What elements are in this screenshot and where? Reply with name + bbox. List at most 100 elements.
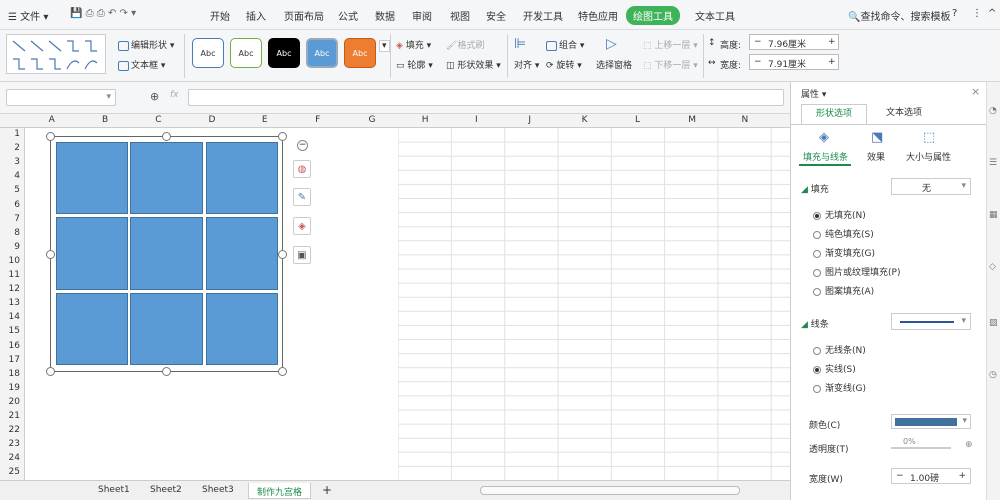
row-header-cell[interactable]: 21 xyxy=(9,411,20,421)
add-sheet-icon[interactable]: + xyxy=(314,481,340,497)
row-header-cell[interactable]: 8 xyxy=(14,228,20,238)
grid-cell-3[interactable] xyxy=(206,142,278,214)
height-increase-button[interactable]: + xyxy=(828,37,836,47)
resize-handle-ne[interactable] xyxy=(278,132,287,141)
row-header-cell[interactable]: 2 xyxy=(14,143,20,153)
width-increase-button[interactable]: + xyxy=(828,57,836,67)
fill-dropdown[interactable]: 无 ▾ xyxy=(891,178,971,195)
line-style-dropdown[interactable]: ▾ xyxy=(891,313,971,330)
transparency-increase-icon[interactable]: ⊕ xyxy=(965,440,973,450)
line-shape-gallery[interactable] xyxy=(6,34,106,74)
radio-no-fill[interactable]: 无填充(N) xyxy=(813,208,866,221)
tab-text-options[interactable]: 文本选项 xyxy=(871,104,937,124)
sheet-tab-2[interactable]: Sheet2 xyxy=(142,483,190,499)
rail-properties-icon[interactable]: ☰ xyxy=(989,158,997,168)
rail-shape-tool-icon[interactable]: ◇ xyxy=(989,262,996,272)
shape-style-2[interactable]: Abc xyxy=(230,38,262,68)
radio-gradient-fill[interactable]: 渐变填充(G) xyxy=(813,246,875,259)
row-header-cell[interactable]: 1 xyxy=(14,129,20,139)
close-icon[interactable]: × xyxy=(971,85,980,98)
edit-shape-button[interactable]: 编辑形状 ▾ xyxy=(118,38,174,51)
zoom-icon[interactable]: ⊕ xyxy=(150,90,159,103)
format-brush-button[interactable]: 🖌格式刷 xyxy=(446,38,484,51)
shape-style-4[interactable]: Abc xyxy=(306,38,338,68)
column-header-cell[interactable]: G xyxy=(368,115,375,125)
style-gallery-more[interactable]: ▾ xyxy=(379,40,390,52)
row-header-cell[interactable]: 13 xyxy=(9,298,20,308)
grid-cell-6[interactable] xyxy=(206,217,278,290)
tab-page-layout[interactable]: 页面布局 xyxy=(284,8,324,23)
grid-cell-9[interactable] xyxy=(206,293,278,365)
row-header-cell[interactable]: 5 xyxy=(14,185,20,195)
more-icon[interactable]: ⋮ xyxy=(972,8,982,19)
row-header-cell[interactable]: 3 xyxy=(14,157,20,167)
row-header-cell[interactable]: 20 xyxy=(9,397,20,407)
outline-button[interactable]: ▭ 轮廓 ▾ xyxy=(396,58,433,71)
row-header-cell[interactable]: 15 xyxy=(9,326,20,336)
row-header-cell[interactable]: 14 xyxy=(9,312,20,322)
radio-gradient-line[interactable]: 渐变线(G) xyxy=(813,381,866,394)
tab-security[interactable]: 安全 xyxy=(486,8,506,23)
resize-handle-e[interactable] xyxy=(278,250,287,259)
row-header-cell[interactable]: 24 xyxy=(9,453,20,463)
bring-forward-button[interactable]: ⬚ 上移一层 ▾ xyxy=(643,38,698,51)
column-header-cell[interactable]: D xyxy=(209,115,216,125)
tab-drawing-tools[interactable]: 绘图工具 xyxy=(626,6,680,25)
line-width-stepper[interactable]: − 1.00磅 + xyxy=(891,468,971,484)
tab-special[interactable]: 特色应用 xyxy=(578,8,618,23)
resize-handle-nw[interactable] xyxy=(46,132,55,141)
line-width-increase-button[interactable]: + xyxy=(958,471,966,481)
grid-cell-2[interactable] xyxy=(130,142,203,214)
column-header-cell[interactable]: L xyxy=(635,115,640,125)
shape-style-3[interactable]: Abc xyxy=(268,38,300,68)
subtab-effect[interactable]: 效果 xyxy=(867,150,885,163)
row-header-cell[interactable]: 22 xyxy=(9,425,20,435)
shape-style-5[interactable]: Abc xyxy=(344,38,376,68)
panel-title[interactable]: 属性 ▾ xyxy=(801,87,826,100)
tab-data[interactable]: 数据 xyxy=(375,8,395,23)
height-decrease-button[interactable]: − xyxy=(754,37,762,47)
column-header-cell[interactable]: C xyxy=(155,115,161,125)
grid-cell-8[interactable] xyxy=(130,293,203,365)
width-value[interactable]: 7.91厘米 xyxy=(768,57,806,70)
radio-no-line[interactable]: 无线条(N) xyxy=(813,343,866,356)
grid-cell-7[interactable] xyxy=(56,293,128,365)
fill-section-header[interactable]: ◢ 填充 xyxy=(801,182,829,195)
formula-input[interactable] xyxy=(188,89,784,106)
quick-access-toolbar[interactable]: 💾 ⎙ ⎙ ↶ ↷ ▾ xyxy=(70,8,136,19)
row-header-cell[interactable]: 16 xyxy=(9,341,20,351)
row-header-cell[interactable]: 23 xyxy=(9,439,20,449)
row-header-cell[interactable]: 7 xyxy=(14,214,20,224)
shape-effect-button[interactable]: ◫ 形状效果 ▾ xyxy=(446,58,501,71)
rail-image-icon[interactable]: ▨ xyxy=(989,318,998,328)
tab-developer[interactable]: 开发工具 xyxy=(523,8,563,23)
subtab-size-properties[interactable]: 大小与属性 xyxy=(906,150,951,163)
radio-solid-line[interactable]: 实线(S) xyxy=(813,362,856,375)
resize-handle-sw[interactable] xyxy=(46,367,55,376)
rotate-button[interactable]: ⟳ 旋转 ▾ xyxy=(546,58,582,71)
rail-history-icon[interactable]: ◷ xyxy=(989,370,997,380)
column-header-cell[interactable]: E xyxy=(262,115,268,125)
column-header-cell[interactable]: I xyxy=(475,115,478,125)
resize-handle-s[interactable] xyxy=(162,367,171,376)
tab-formula[interactable]: 公式 xyxy=(338,8,358,23)
tab-insert[interactable]: 插入 xyxy=(246,8,266,23)
frame-tool-icon[interactable]: ▣ xyxy=(293,246,311,264)
grid-cell-4[interactable] xyxy=(56,217,128,290)
height-stepper[interactable]: − 7.96厘米 + xyxy=(749,34,839,50)
width-stepper[interactable]: − 7.91厘米 + xyxy=(749,54,839,70)
width-decrease-button[interactable]: − xyxy=(754,57,762,67)
name-box[interactable]: ▾ xyxy=(6,89,116,106)
row-header-cell[interactable]: 25 xyxy=(9,467,20,477)
align-button[interactable]: 对齐 ▾ xyxy=(514,58,539,71)
row-header-cell[interactable]: 19 xyxy=(9,383,20,393)
fill-tool-icon[interactable]: ◈ xyxy=(293,217,311,235)
radio-picture-fill[interactable]: 图片或纹理填充(P) xyxy=(813,265,900,278)
column-header-cell[interactable]: K xyxy=(582,115,588,125)
fx-icon[interactable]: fx xyxy=(170,90,179,100)
pen-tool-icon[interactable]: ✎ xyxy=(293,188,311,206)
column-header-cell[interactable]: H xyxy=(422,115,429,125)
height-value[interactable]: 7.96厘米 xyxy=(768,37,806,50)
row-header-cell[interactable]: 11 xyxy=(9,270,20,280)
transparency-slider[interactable] xyxy=(891,447,951,449)
